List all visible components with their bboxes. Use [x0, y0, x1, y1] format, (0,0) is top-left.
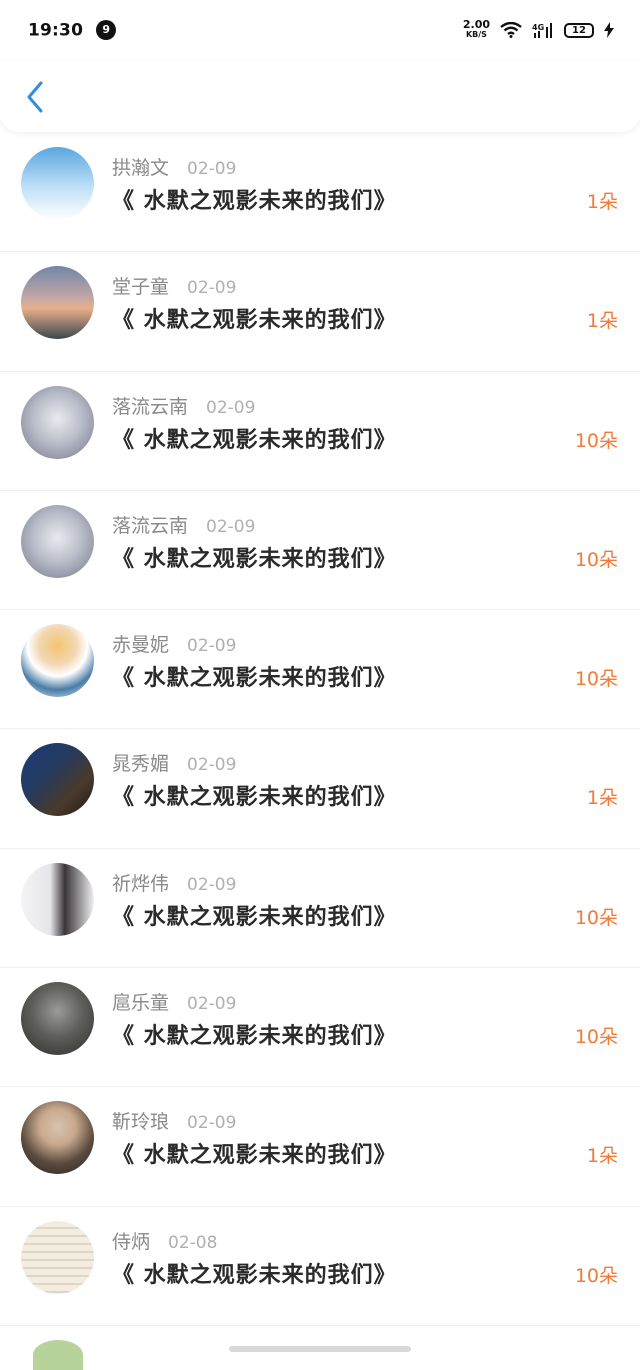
date: 02-09 — [187, 994, 237, 1015]
list-item[interactable]: 扈乐童 02-09 《 水默之观影未来的我们》 10朵 — [0, 968, 640, 1088]
date: 02-09 — [187, 159, 237, 179]
list-item[interactable]: 落流云南 02-09 《 水默之观影未来的我们》 10朵 — [0, 372, 640, 491]
avatar-partial[interactable] — [33, 1340, 83, 1370]
list-item[interactable]: 赤曼妮 02-09 《 水默之观影未来的我们》 10朵 — [0, 610, 640, 730]
date: 02-08 — [168, 1232, 218, 1253]
work-title: 《 水默之观影未来的我们》 — [112, 1143, 397, 1169]
avatar[interactable] — [21, 862, 94, 936]
avatar[interactable] — [21, 504, 94, 578]
list-item[interactable]: 落流云南 02-09 《 水默之观影未来的我们》 10朵 — [0, 491, 640, 611]
flower-amount: 10朵 — [574, 548, 618, 571]
status-time: 19:30 — [28, 20, 84, 41]
work-title: 《 水默之观影未来的我们》 — [112, 785, 397, 811]
username: 赤曼妮 02-09 — [112, 630, 236, 657]
battery-level: 12 — [572, 24, 586, 36]
divider — [0, 1324, 640, 1326]
work-title: 《 水默之观影未来的我们》 — [112, 189, 397, 214]
chevron-left-icon — [27, 81, 43, 113]
avatar[interactable] — [21, 1220, 94, 1294]
username: 拱瀚文 02-09 — [112, 153, 236, 180]
flower-amount: 10朵 — [574, 1026, 618, 1049]
notification-badge: 9 — [96, 19, 117, 40]
status-left: 19:30 9 — [28, 19, 117, 41]
network-type-label: 4G — [532, 23, 544, 32]
avatar[interactable] — [21, 385, 94, 459]
username-text: 堂子童 — [112, 276, 170, 299]
username-text: 祈烨伟 — [112, 872, 170, 895]
back-button[interactable] — [18, 78, 52, 116]
username: 落流云南 02-09 — [112, 511, 255, 538]
date: 02-09 — [187, 278, 237, 299]
flower-amount: 10朵 — [574, 906, 618, 929]
flower-amount: 10朵 — [574, 429, 618, 452]
username: 晁秀媚 02-09 — [112, 749, 236, 776]
avatar[interactable] — [21, 1101, 94, 1175]
work-title: 《 水默之观影未来的我们》 — [112, 546, 397, 572]
username-text: 赤曼妮 — [112, 634, 170, 657]
avatar[interactable] — [21, 982, 94, 1056]
status-bar: 19:30 9 2.00 KB/S 4G 12 — [0, 0, 640, 60]
flower-amount: 1朵 — [586, 787, 618, 810]
date: 02-09 — [187, 874, 237, 895]
username-text: 拱瀚文 — [112, 157, 170, 179]
username: 落流云南 02-09 — [112, 392, 255, 419]
avatar[interactable] — [21, 743, 94, 817]
network-speed-unit: KB/S — [465, 30, 487, 39]
list-item[interactable]: 侍炳 02-08 《 水默之观影未来的我们》 10朵 — [0, 1207, 640, 1326]
charging-icon — [604, 22, 614, 38]
work-title: 《 水默之观影未来的我们》 — [112, 1262, 397, 1288]
top-bar — [0, 60, 640, 132]
date: 02-09 — [187, 1113, 237, 1134]
list-item[interactable]: 靳玲琅 02-09 《 水默之观影未来的我们》 1朵 — [0, 1087, 640, 1207]
avatar[interactable] — [21, 266, 94, 340]
network-speed-value: 2.00 — [462, 18, 490, 31]
cellular-signal-icon: 4G — [532, 23, 552, 38]
username: 靳玲琅 02-09 — [112, 1107, 236, 1134]
username: 侍炳 02-08 — [112, 1227, 217, 1254]
work-title: 《 水默之观影未来的我们》 — [112, 308, 397, 334]
username-text: 晁秀媚 — [112, 753, 170, 776]
wifi-icon — [500, 22, 522, 38]
username-text: 落流云南 — [112, 395, 189, 418]
date: 02-09 — [206, 516, 256, 537]
flower-amount: 1朵 — [586, 310, 618, 333]
avatar[interactable] — [21, 147, 94, 220]
username: 扈乐童 02-09 — [112, 988, 236, 1015]
list-item[interactable]: 晁秀媚 02-09 《 水默之观影未来的我们》 1朵 — [0, 729, 640, 849]
avatar[interactable] — [21, 624, 94, 698]
date: 02-09 — [187, 636, 237, 657]
work-title: 《 水默之观影未来的我们》 — [112, 427, 397, 453]
flower-amount: 10朵 — [574, 668, 618, 691]
status-right: 2.00 KB/S 4G 12 — [462, 18, 614, 40]
list-item[interactable]: 堂子童 02-09 《 水默之观影未来的我们》 1朵 — [0, 252, 640, 372]
gift-record-list: 拱瀚文 02-09 《 水默之观影未来的我们》 1朵 堂子童 02-09 《 水默之… — [0, 133, 640, 1326]
username-text: 侍炳 — [112, 1230, 151, 1253]
work-title: 《 水默之观影未来的我们》 — [112, 1024, 397, 1050]
username-text: 靳玲琅 — [112, 1111, 170, 1134]
battery-icon: 12 — [564, 22, 594, 38]
date: 02-09 — [187, 755, 237, 776]
list-item[interactable]: 祈烨伟 02-09 《 水默之观影未来的我们》 10朵 — [0, 849, 640, 969]
flower-amount: 1朵 — [586, 1145, 618, 1168]
username-text: 扈乐童 — [112, 992, 170, 1015]
flower-amount: 1朵 — [586, 191, 618, 213]
list-item[interactable]: 拱瀚文 02-09 《 水默之观影未来的我们》 1朵 — [0, 133, 640, 253]
date: 02-09 — [206, 397, 256, 418]
network-speed: 2.00 KB/S — [462, 18, 490, 40]
username-text: 落流云南 — [112, 514, 189, 537]
work-title: 《 水默之观影未来的我们》 — [112, 666, 397, 692]
username: 祈烨伟 02-09 — [112, 869, 236, 896]
work-title: 《 水默之观影未来的我们》 — [112, 904, 397, 930]
username: 堂子童 02-09 — [112, 272, 236, 299]
flower-amount: 10朵 — [574, 1264, 618, 1287]
home-indicator[interactable] — [229, 1346, 411, 1352]
